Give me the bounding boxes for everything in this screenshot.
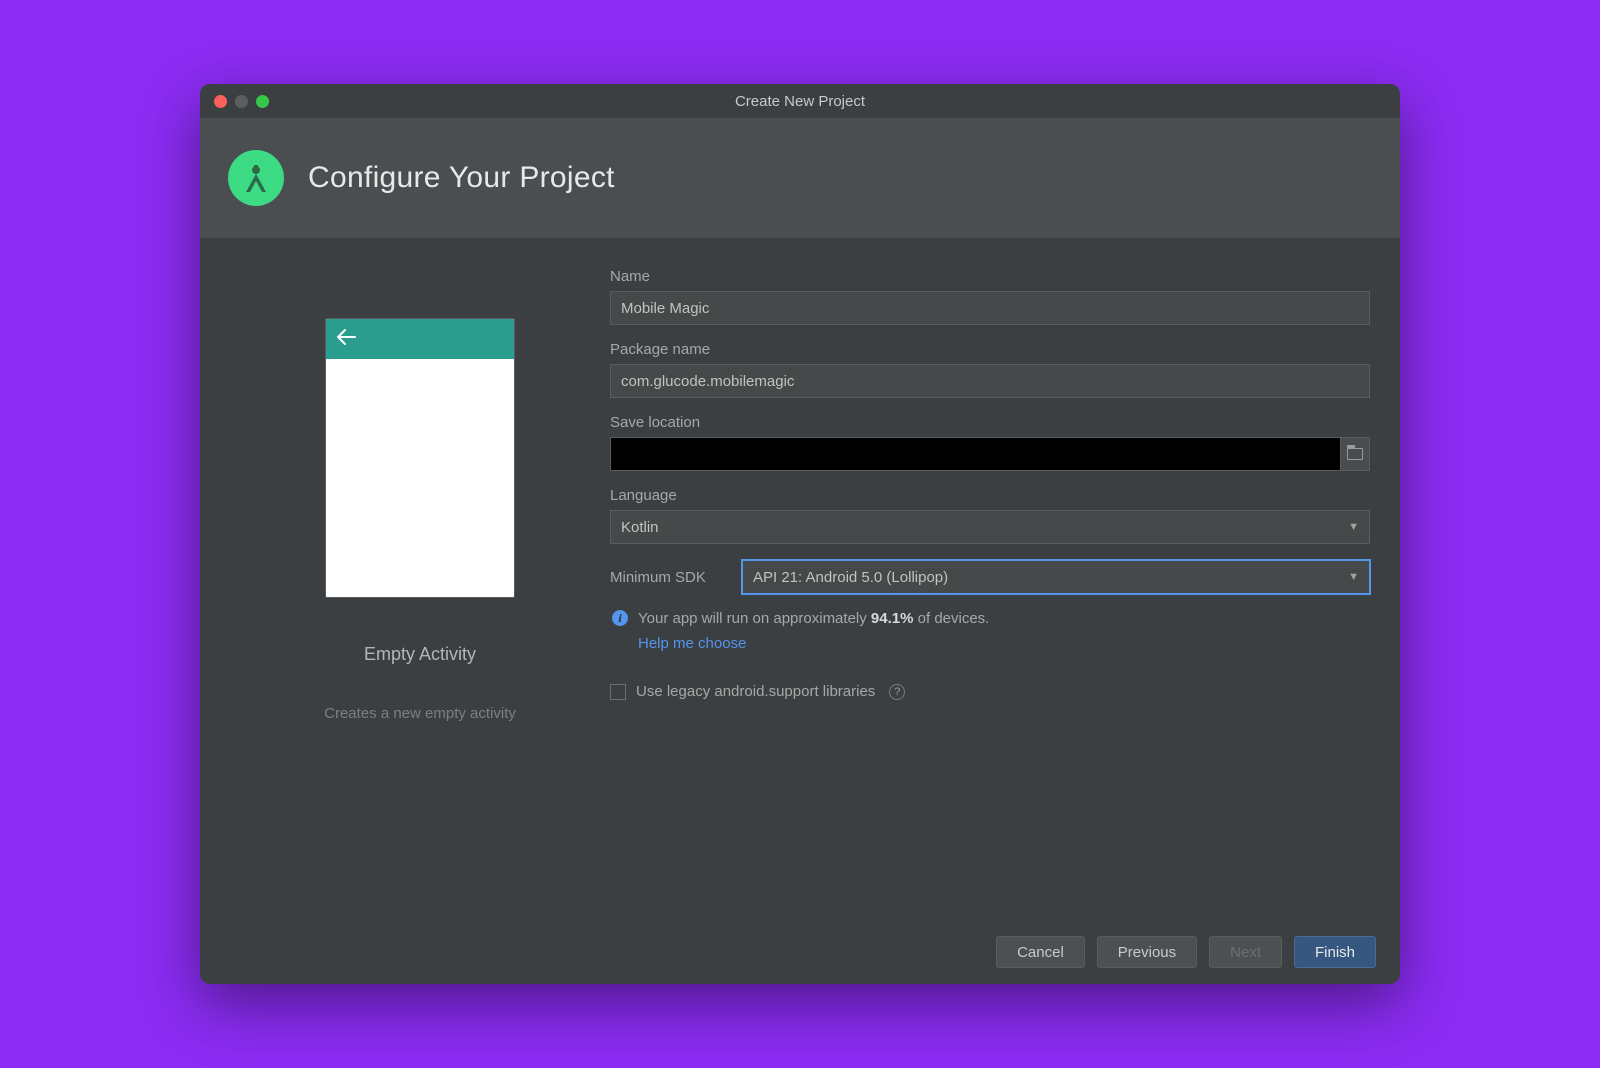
dialog-header: Configure Your Project	[200, 118, 1400, 238]
template-preview: Empty Activity Creates a new empty activ…	[230, 268, 610, 920]
sdk-info: i Your app will run on approximately 94.…	[610, 608, 1370, 655]
info-icon: i	[612, 610, 628, 626]
save-location-field: Save location	[610, 414, 1370, 471]
minimum-sdk-select[interactable]: API 21: Android 5.0 (Lollipop) ▼	[742, 560, 1370, 594]
chevron-down-icon: ▼	[1348, 571, 1359, 583]
cancel-button[interactable]: Cancel	[996, 936, 1085, 968]
minimum-sdk-value: API 21: Android 5.0 (Lollipop)	[753, 569, 948, 586]
language-value: Kotlin	[621, 519, 659, 536]
minimum-sdk-field: Minimum SDK API 21: Android 5.0 (Lollipo…	[610, 560, 1370, 594]
name-input[interactable]	[610, 291, 1370, 325]
phone-toolbar	[326, 319, 514, 359]
package-input[interactable]	[610, 364, 1370, 398]
finish-button[interactable]: Finish	[1294, 936, 1376, 968]
device-percentage: 94.1%	[871, 610, 914, 627]
help-icon[interactable]: ?	[889, 684, 905, 700]
template-title: Empty Activity	[364, 644, 476, 665]
template-subtitle: Creates a new empty activity	[324, 705, 516, 722]
package-label: Package name	[610, 341, 1370, 358]
save-location-label: Save location	[610, 414, 1370, 431]
project-form: Name Package name Save location Language	[610, 268, 1370, 920]
legacy-libraries-row: Use legacy android.support libraries ?	[610, 683, 1370, 700]
page-title: Configure Your Project	[308, 161, 615, 195]
back-arrow-icon	[336, 329, 356, 349]
android-studio-logo-icon	[228, 150, 284, 206]
browse-button[interactable]	[1340, 437, 1370, 471]
next-button: Next	[1209, 936, 1282, 968]
dialog-body: Empty Activity Creates a new empty activ…	[200, 238, 1400, 920]
legacy-libraries-checkbox[interactable]	[610, 684, 626, 700]
save-location-input[interactable]	[610, 437, 1340, 471]
legacy-libraries-label: Use legacy android.support libraries	[636, 683, 875, 700]
help-me-choose-link[interactable]: Help me choose	[638, 633, 989, 656]
minimum-sdk-label: Minimum SDK	[610, 569, 728, 586]
dialog-footer: Cancel Previous Next Finish	[200, 920, 1400, 984]
dialog-window: Create New Project Configure Your Projec…	[200, 84, 1400, 984]
chevron-down-icon: ▼	[1348, 521, 1359, 533]
language-select[interactable]: Kotlin ▼	[610, 510, 1370, 544]
sdk-info-text: Your app will run on approximately 94.1%…	[638, 608, 989, 655]
language-field: Language Kotlin ▼	[610, 487, 1370, 544]
phone-preview-icon	[325, 318, 515, 598]
previous-button[interactable]: Previous	[1097, 936, 1197, 968]
package-field: Package name	[610, 341, 1370, 398]
name-field: Name	[610, 268, 1370, 325]
title-bar: Create New Project	[200, 84, 1400, 118]
name-label: Name	[610, 268, 1370, 285]
window-title: Create New Project	[200, 93, 1400, 110]
folder-icon	[1347, 448, 1363, 460]
language-label: Language	[610, 487, 1370, 504]
